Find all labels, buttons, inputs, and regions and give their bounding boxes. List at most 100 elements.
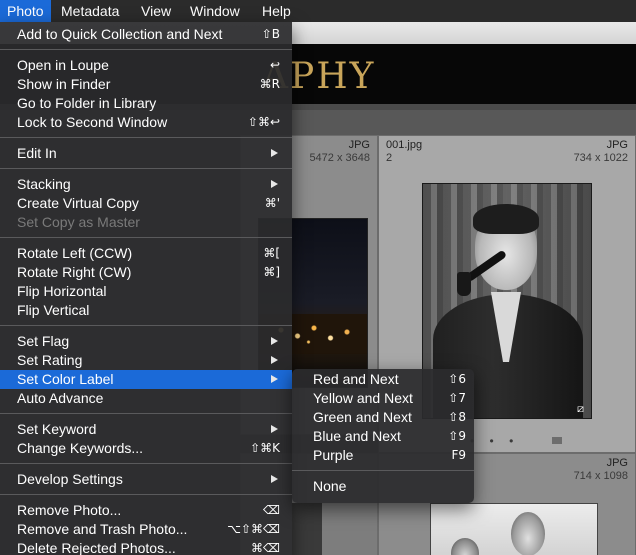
menu-item-label: Create Virtual Copy: [17, 195, 139, 211]
menu-item-shortcut: ⇧9: [448, 429, 466, 443]
menu-item-shortcut: ⇧⌘↩: [247, 115, 280, 129]
menu-item-label: Set Rating: [17, 352, 83, 368]
menu-separator: [0, 463, 292, 464]
menu-item-label: Lock to Second Window: [17, 114, 168, 130]
menu-item-label: Flip Vertical: [17, 302, 90, 318]
menu-photo[interactable]: Photo: [0, 0, 51, 22]
menu-item-label: Stacking: [17, 176, 71, 192]
menu-item-label: Remove and Trash Photo...: [17, 521, 188, 537]
menu-item-set-keyword[interactable]: Set Keyword: [0, 420, 292, 439]
menu-item-label: Edit In: [17, 145, 57, 161]
menu-item-shortcut: ⌥⇧⌘⌫: [227, 522, 280, 536]
cell-dimensions: 734 x 1022: [573, 152, 628, 164]
cell-status-icon: [552, 437, 562, 444]
menu-item-develop-settings[interactable]: Develop Settings: [0, 470, 292, 489]
cell-dimensions: 5472 x 3648: [309, 152, 370, 164]
menu-item-none[interactable]: None: [292, 477, 474, 496]
menu-window[interactable]: Window: [183, 0, 247, 22]
menu-view[interactable]: View: [134, 0, 178, 22]
menu-item-label: None: [313, 478, 347, 494]
menu-item-label: Add to Quick Collection and Next: [17, 26, 223, 42]
menu-item-label: Set Flag: [17, 333, 70, 349]
menu-item-show-in-finder[interactable]: Show in Finder ⌘R: [0, 75, 292, 94]
menu-item-blue-and-next[interactable]: Blue and Next ⇧9: [292, 427, 474, 446]
menu-help[interactable]: Help: [255, 0, 298, 22]
menu-item-set-flag[interactable]: Set Flag: [0, 332, 292, 351]
menu-item-shortcut: ⌘]: [263, 265, 280, 279]
submenu-arrow-icon: [271, 375, 278, 383]
menu-item-remove-photo[interactable]: Remove Photo... ⌫: [0, 501, 292, 520]
color-label-submenu: Red and Next ⇧6 Yellow and Next ⇧7 Green…: [292, 369, 474, 503]
menu-item-delete-rejected-photos[interactable]: Delete Rejected Photos... ⌘⌫: [0, 539, 292, 555]
thumbnail-couple[interactable]: [430, 503, 598, 555]
menu-item-shortcut: ⌫: [263, 503, 280, 517]
menu-item-label: Set Keyword: [17, 421, 97, 437]
menu-item-go-to-folder[interactable]: Go to Folder in Library: [0, 94, 292, 113]
menu-separator: [0, 168, 292, 169]
submenu-arrow-icon: [271, 149, 278, 157]
edited-badge-icon: ⧄: [577, 403, 584, 415]
menu-item-shortcut: ⌘': [264, 196, 280, 210]
menu-item-label: Change Keywords...: [17, 440, 144, 456]
menu-item-red-and-next[interactable]: Red and Next ⇧6: [292, 370, 474, 389]
menu-item-label: Yellow and Next: [313, 390, 413, 406]
menu-item-label: Set Copy as Master: [17, 214, 140, 230]
cell-index: 2: [386, 152, 393, 164]
menu-item-shortcut: ⇧B: [261, 27, 280, 41]
menu-item-shortcut: F9: [451, 448, 466, 462]
menu-item-shortcut: ⌘R: [259, 77, 280, 91]
menu-item-label: Blue and Next: [313, 428, 401, 444]
menu-item-flip-horizontal[interactable]: Flip Horizontal: [0, 282, 292, 301]
menu-item-shortcut: ⇧8: [448, 410, 466, 424]
menu-item-rotate-right[interactable]: Rotate Right (CW) ⌘]: [0, 263, 292, 282]
menu-item-purple[interactable]: Purple F9: [292, 446, 474, 465]
menu-item-change-keywords[interactable]: Change Keywords... ⇧⌘K: [0, 439, 292, 458]
menu-item-label: Open in Loupe: [17, 57, 109, 73]
menu-item-create-virtual-copy[interactable]: Create Virtual Copy ⌘': [0, 194, 292, 213]
menu-item-yellow-and-next[interactable]: Yellow and Next ⇧7: [292, 389, 474, 408]
menu-item-add-to-quick-collection[interactable]: Add to Quick Collection and Next ⇧B: [0, 25, 292, 44]
menu-item-shortcut: ⇧7: [448, 391, 466, 405]
menu-item-label: Set Color Label: [17, 371, 114, 387]
menu-separator: [292, 470, 474, 471]
menu-item-label: Rotate Right (CW): [17, 264, 132, 280]
menu-item-green-and-next[interactable]: Green and Next ⇧8: [292, 408, 474, 427]
menu-item-auto-advance[interactable]: Auto Advance: [0, 389, 292, 408]
cell-file-type: JPG: [606, 457, 628, 469]
menu-item-label: Remove Photo...: [17, 502, 122, 518]
couple-face: [451, 538, 479, 555]
submenu-arrow-icon: [271, 425, 278, 433]
menu-item-set-rating[interactable]: Set Rating: [0, 351, 292, 370]
menu-metadata[interactable]: Metadata: [54, 0, 126, 22]
menu-item-open-in-loupe[interactable]: Open in Loupe ↩: [0, 56, 292, 75]
menu-separator: [0, 237, 292, 238]
menu-item-shortcut: ↩: [269, 58, 280, 72]
screen: APHY JPG 5472 x 3648 001.jpg 2 JPG 734 x…: [0, 0, 636, 555]
menu-item-edit-in[interactable]: Edit In: [0, 144, 292, 163]
menu-separator: [0, 413, 292, 414]
menu-item-lock-to-second-window[interactable]: Lock to Second Window ⇧⌘↩: [0, 113, 292, 132]
menu-item-set-color-label[interactable]: Set Color Label: [0, 370, 292, 389]
photo-menu: Add to Quick Collection and Next ⇧B Open…: [0, 22, 292, 555]
submenu-arrow-icon: [271, 475, 278, 483]
couple-face: [511, 512, 545, 555]
menu-item-remove-and-trash-photo[interactable]: Remove and Trash Photo... ⌥⇧⌘⌫: [0, 520, 292, 539]
menu-separator: [0, 137, 292, 138]
cell-file-type: JPG: [606, 139, 628, 151]
menu-item-shortcut: ⌘⌫: [251, 541, 280, 555]
menu-item-set-copy-as-master: Set Copy as Master: [0, 213, 292, 232]
menu-item-label: Auto Advance: [17, 390, 104, 406]
menu-separator: [0, 494, 292, 495]
menu-item-label: Flip Horizontal: [17, 283, 107, 299]
cell-dimensions: 714 x 1098: [573, 470, 628, 482]
menu-item-flip-vertical[interactable]: Flip Vertical: [0, 301, 292, 320]
menu-item-rotate-left[interactable]: Rotate Left (CCW) ⌘[: [0, 244, 292, 263]
cell-filename: 001.jpg: [386, 139, 423, 151]
submenu-arrow-icon: [271, 356, 278, 364]
menu-item-shortcut: ⌘[: [263, 246, 280, 260]
submenu-arrow-icon: [271, 337, 278, 345]
portrait-pipe-bowl: [457, 272, 471, 296]
thumbnail-partial[interactable]: [292, 503, 322, 555]
menu-item-label: Delete Rejected Photos...: [17, 540, 176, 555]
menu-item-stacking[interactable]: Stacking: [0, 175, 292, 194]
